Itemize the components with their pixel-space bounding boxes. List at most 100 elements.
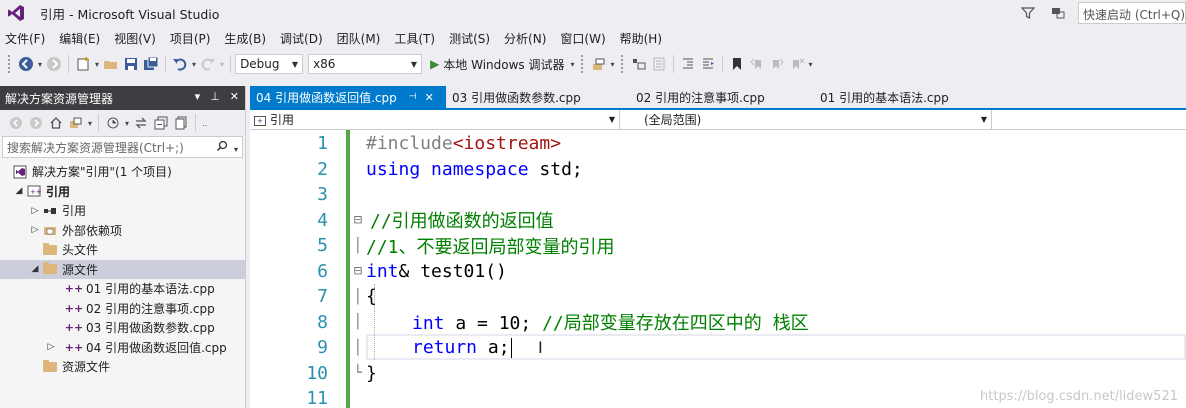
collapse-all-icon[interactable] <box>152 114 170 132</box>
back-icon[interactable] <box>7 114 25 132</box>
menu-debug[interactable]: 调试(D) <box>273 30 330 47</box>
tree-item-file[interactable]: ++ 02 引用的注意事项.cpp <box>0 299 245 319</box>
menu-team[interactable]: 团队(M) <box>330 30 388 47</box>
code-line[interactable]: 8 │ int a = 10; //局部变量存放在四区中的 栈区 <box>250 310 1186 336</box>
collapse-function-icon[interactable]: ⊟ <box>352 263 364 279</box>
menu-edit[interactable]: 编辑(E) <box>52 30 107 47</box>
close-icon[interactable]: ✕ <box>230 90 239 103</box>
chevron-down-icon: ▼ <box>291 59 299 69</box>
collapsed-arrow-icon[interactable]: ▷ <box>28 206 42 216</box>
notification-filter-icon[interactable] <box>1018 3 1038 23</box>
tree-item-file[interactable]: ++ 01 引用的基本语法.cpp <box>0 279 245 299</box>
platform-select[interactable]: x86 ▼ <box>308 54 423 74</box>
undo-dropdown-icon[interactable]: ▾ <box>192 60 196 69</box>
toolbar-overflow-icon[interactable]: ‥ <box>202 119 207 128</box>
switch-views-icon[interactable] <box>67 114 85 132</box>
tree-item-file[interactable]: ▷ ++ 04 引用做函数返回值.cpp <box>0 338 245 358</box>
toolbar-grip[interactable] <box>8 55 12 73</box>
code-line[interactable]: 6 ⊟ int& test01() <box>250 259 1186 285</box>
clear-bookmarks-icon[interactable] <box>788 55 806 73</box>
member-dropdown[interactable] <box>992 110 1186 129</box>
toolbar-grip[interactable] <box>580 55 585 73</box>
pin-tab-icon[interactable]: ⊣ <box>409 92 417 102</box>
filter-dropdown-icon[interactable]: ▾ <box>125 119 129 128</box>
solution-config-select[interactable]: Debug ▼ <box>235 54 304 74</box>
code-line[interactable]: 5 │ //1、不要返回局部变量的引用 <box>250 233 1186 259</box>
properties-icon[interactable] <box>650 55 668 73</box>
tab-03[interactable]: 03 引用做函数参数.cpp <box>446 86 630 108</box>
collapsed-arrow-icon[interactable]: ▷ <box>44 342 58 352</box>
tree-item-solution[interactable]: 解决方案"引用"(1 个项目) <box>0 162 245 182</box>
new-project-icon[interactable] <box>74 55 92 73</box>
code-line[interactable]: 1 #include<iostream> <box>250 131 1186 157</box>
menu-project[interactable]: 项目(P) <box>163 30 218 47</box>
tree-item-header-files[interactable]: 头文件 <box>0 240 245 260</box>
code-editor[interactable]: 1 #include<iostream> 2 using namespace s… <box>250 130 1186 408</box>
code-line[interactable]: 4 ⊟ //引用做函数的返回值 <box>250 208 1186 234</box>
find-dropdown-icon[interactable]: ▾ <box>611 60 615 69</box>
tab-01[interactable]: 01 引用的基本语法.cpp <box>814 86 998 108</box>
collapse-region-icon[interactable]: ⊟ <box>352 212 364 228</box>
views-dropdown-icon[interactable]: ▾ <box>88 119 92 128</box>
save-all-icon[interactable] <box>142 55 160 73</box>
expanded-arrow-icon[interactable]: ◢ <box>28 264 42 274</box>
close-tab-icon[interactable]: ✕ <box>425 91 434 104</box>
undo-icon[interactable] <box>171 55 189 73</box>
save-icon[interactable] <box>122 55 140 73</box>
toggle-bookmark-icon[interactable] <box>728 55 746 73</box>
menu-help[interactable]: 帮助(H) <box>613 30 669 47</box>
open-file-icon[interactable] <box>102 55 120 73</box>
menu-test[interactable]: 测试(S) <box>442 30 497 47</box>
show-all-files-icon[interactable] <box>172 114 190 132</box>
next-bookmark-icon[interactable] <box>768 55 786 73</box>
menu-tools[interactable]: 工具(T) <box>387 30 442 47</box>
expanded-arrow-icon[interactable]: ◢ <box>12 186 26 196</box>
toolbar-grip[interactable] <box>620 55 625 73</box>
menu-build[interactable]: 生成(B) <box>217 30 273 47</box>
code-line[interactable]: 10 └ } <box>250 361 1186 387</box>
code-line[interactable]: 3 <box>250 182 1186 208</box>
find-in-files-icon[interactable] <box>590 55 608 73</box>
solution-search-placeholder: 搜索解决方案资源管理器(Ctrl+;) <box>7 140 184 155</box>
redo-icon[interactable] <box>199 55 217 73</box>
project-dropdown[interactable]: + 引用 ▼ <box>250 110 620 129</box>
tab-04[interactable]: 04 引用做函数返回值.cpp ⊣ ✕ <box>250 86 446 108</box>
start-debugging-button[interactable]: ▶ 本地 Windows 调试器 <box>430 56 564 73</box>
code-line[interactable]: 9 │ return a; I <box>250 335 1186 361</box>
pending-changes-filter-icon[interactable] <box>104 114 122 132</box>
menu-analyze[interactable]: 分析(N) <box>497 30 553 47</box>
menu-window[interactable]: 窗口(W) <box>553 30 612 47</box>
back-icon[interactable] <box>17 55 35 73</box>
window-position-dropdown-icon[interactable]: ▾ <box>195 90 201 103</box>
tree-item-file[interactable]: ++ 03 引用做函数参数.cpp <box>0 318 245 338</box>
toolbar-options-icon[interactable]: ▾ <box>809 60 813 69</box>
pin-icon[interactable]: ⊥ <box>210 90 220 103</box>
redo-dropdown-icon[interactable]: ▾ <box>220 60 224 69</box>
forward-icon[interactable] <box>27 114 45 132</box>
debug-target-dropdown-icon[interactable]: ▾ <box>571 60 575 69</box>
home-icon[interactable] <box>47 114 65 132</box>
scope-dropdown[interactable]: (全局范围) ▼ <box>620 110 992 129</box>
tree-item-project[interactable]: ◢ ++ 引用 <box>0 182 245 202</box>
code-line[interactable]: 7 │ { <box>250 284 1186 310</box>
sync-with-active-document-icon[interactable] <box>132 114 150 132</box>
menu-view[interactable]: 视图(V) <box>107 30 163 47</box>
code-line[interactable]: 2 using namespace std; <box>250 157 1186 183</box>
collapsed-arrow-icon[interactable]: ▷ <box>28 225 42 235</box>
feedback-icon[interactable] <box>1048 3 1068 23</box>
tree-item-resource-files[interactable]: 资源文件 <box>0 357 245 377</box>
tree-item-external-deps[interactable]: ▷ 外部依赖项 <box>0 221 245 241</box>
menu-file[interactable]: 文件(F) <box>0 30 52 47</box>
new-dropdown-icon[interactable]: ▾ <box>95 60 99 69</box>
forward-icon[interactable] <box>45 55 63 73</box>
indent-icon[interactable] <box>699 55 717 73</box>
previous-bookmark-icon[interactable] <box>748 55 766 73</box>
solution-explorer-toggle-icon[interactable] <box>630 55 648 73</box>
quick-launch-input[interactable]: 快速启动 (Ctrl+Q) <box>1078 2 1186 24</box>
back-dropdown-icon[interactable]: ▾ <box>38 60 42 69</box>
outdent-icon[interactable] <box>679 55 697 73</box>
tab-02[interactable]: 02 引用的注意事项.cpp <box>630 86 814 108</box>
tree-item-references[interactable]: ▷ 引用 <box>0 201 245 221</box>
solution-search-input[interactable]: 搜索解决方案资源管理器(Ctrl+;) ▾ <box>2 136 243 158</box>
tree-item-source-files[interactable]: ◢ 源文件 <box>0 259 245 279</box>
